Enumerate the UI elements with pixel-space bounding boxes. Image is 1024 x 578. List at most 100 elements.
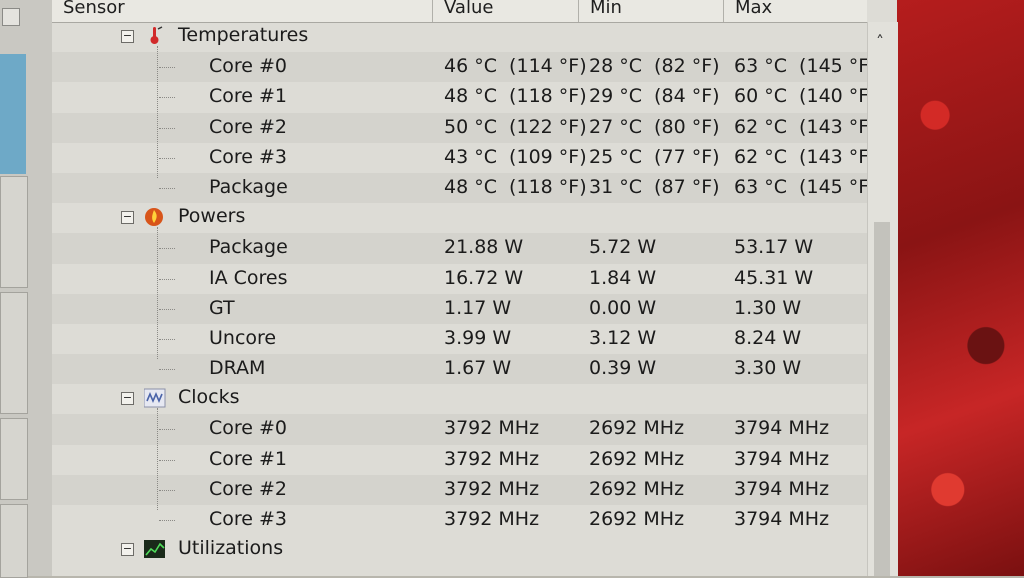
sensor-min: 29 °C (84 °F) xyxy=(589,85,720,108)
left-panel-block xyxy=(0,504,28,578)
collapse-toggle-icon[interactable]: − xyxy=(121,30,134,43)
sensor-row[interactable]: Core #1 48 °C (118 °F) 29 °C (84 °F) 60 °C … xyxy=(52,82,867,112)
sensor-max: 8.24 W xyxy=(734,326,802,349)
tree-branch xyxy=(159,369,175,371)
sensor-min: 27 °C (80 °F) xyxy=(589,115,720,138)
sensor-group-temperatures[interactable]: − Temperatures xyxy=(52,22,867,52)
sensor-value: 46 °C (114 °F) xyxy=(444,55,587,78)
left-side-panel xyxy=(0,0,54,578)
column-min[interactable]: Min xyxy=(590,0,622,18)
sensor-max: 3794 MHz xyxy=(734,477,830,500)
collapse-toggle-icon[interactable]: − xyxy=(121,543,134,557)
column-value[interactable]: Value xyxy=(444,0,493,18)
sensor-max: 63 °C (145 °F) xyxy=(734,55,867,78)
column-sensor[interactable]: Sensor xyxy=(63,0,125,18)
collapse-toggle-icon[interactable]: − xyxy=(121,392,134,406)
sensor-value: 43 °C (109 °F) xyxy=(444,145,587,168)
sensor-min: 0.00 W xyxy=(589,296,657,319)
tree-branch xyxy=(159,97,175,99)
sensor-min: 3.12 W xyxy=(589,326,657,349)
sensor-value: 48 °C (118 °F) xyxy=(444,85,587,108)
tree-branch xyxy=(159,187,175,189)
sensor-min: 2692 MHz xyxy=(589,508,685,530)
tree-branch xyxy=(159,459,175,461)
sensor-group-clocks[interactable]: − Clocks xyxy=(52,384,867,414)
collapse-toggle-icon[interactable]: − xyxy=(121,211,134,225)
sensor-max: 62 °C (143 °F) xyxy=(734,145,867,168)
column-separator[interactable] xyxy=(723,0,724,22)
sensor-row[interactable]: IA Cores 16.72 W 1.84 W 45.31 W xyxy=(52,264,867,294)
sensor-row[interactable]: Package 48 °C (118 °F) 31 °C (87 °F) 63 °C … xyxy=(52,172,867,204)
sensor-row[interactable]: Core #3 43 °C (109 °F) 25 °C (77 °F) 62 °C … xyxy=(52,143,867,173)
sensor-row[interactable]: DRAM 1.67 W 0.39 W 3.30 W xyxy=(52,354,867,385)
sensor-name: Core #1 xyxy=(209,85,288,108)
sensor-name: Package xyxy=(209,175,288,198)
scroll-up-arrow-icon[interactable]: ˄ xyxy=(876,32,884,51)
sensor-min: 25 °C (77 °F) xyxy=(589,145,720,168)
sensor-value: 48 °C (118 °F) xyxy=(444,175,587,198)
tree-branch xyxy=(159,127,175,129)
sensor-name: Package xyxy=(209,236,288,259)
tree-branch xyxy=(159,157,175,159)
column-separator[interactable] xyxy=(578,0,579,22)
tree-branch xyxy=(159,520,175,521)
sensor-row[interactable]: Uncore 3.99 W 3.12 W 8.24 W xyxy=(52,324,867,354)
thermometer-icon xyxy=(144,26,164,46)
sensor-row[interactable]: Core #2 50 °C (122 °F) 27 °C (80 °F) 62 °C … xyxy=(52,112,867,143)
sensor-row[interactable]: Package 21.88 W 5.72 W 53.17 W xyxy=(52,233,867,264)
scroll-thumb[interactable] xyxy=(874,222,890,576)
sensor-row[interactable]: Core #0 46 °C (114 °F) 28 °C (82 °F) 63 °C … xyxy=(52,52,867,83)
sensor-max: 3794 MHz xyxy=(734,508,830,530)
sensor-name: Core #3 xyxy=(209,145,288,168)
sensor-name: Core #0 xyxy=(209,55,288,78)
sensor-name: Core #1 xyxy=(209,447,288,470)
sensor-row[interactable]: Core #2 3792 MHz 2692 MHz 3794 MHz xyxy=(52,474,867,505)
left-panel-block xyxy=(0,418,28,500)
tree-branch xyxy=(159,308,175,310)
sensor-name: Core #3 xyxy=(209,508,288,530)
sensor-value: 3792 MHz xyxy=(444,417,540,440)
sensor-min: 0.39 W xyxy=(589,357,657,380)
clock-wave-icon xyxy=(143,388,166,408)
sensor-name: Uncore xyxy=(209,326,277,349)
column-separator[interactable] xyxy=(432,0,433,22)
sensor-row[interactable]: GT 1.17 W 0.00 W 1.30 W xyxy=(52,293,867,324)
sensor-max: 53.17 W xyxy=(734,236,814,259)
sensor-group-utilizations[interactable]: − Utilizations xyxy=(52,535,867,565)
sensor-name: DRAM xyxy=(209,357,266,380)
sensor-name: Core #2 xyxy=(209,115,288,138)
sensor-min: 1.84 W xyxy=(589,266,657,289)
column-header: Sensor Value Min Max xyxy=(52,0,867,23)
column-max[interactable]: Max xyxy=(735,0,772,18)
sensor-group-powers[interactable]: − Powers xyxy=(52,203,867,233)
sensor-name: Core #2 xyxy=(209,477,288,500)
sensor-max: 3794 MHz xyxy=(734,447,830,470)
sensor-window: Sensor Value Min Max − Temperatures Core #… xyxy=(52,0,898,576)
sensor-row[interactable]: Core #1 3792 MHz 2692 MHz 3794 MHz xyxy=(52,445,867,475)
tree-line xyxy=(157,408,158,511)
left-panel-block xyxy=(0,292,28,414)
tree-line xyxy=(157,227,158,360)
power-flame-icon xyxy=(144,207,164,227)
sensor-row[interactable]: Core #3 3792 MHz 2692 MHz 3794 MHz xyxy=(52,505,867,535)
left-panel-checkbox[interactable] xyxy=(2,8,20,26)
sensor-max: 3.30 W xyxy=(734,357,802,380)
group-label: Utilizations xyxy=(178,537,284,560)
vertical-scrollbar[interactable]: ˄ xyxy=(867,22,898,576)
tree-branch xyxy=(159,278,175,280)
group-label: Temperatures xyxy=(178,24,309,46)
sensor-row[interactable]: Core #0 3792 MHz 2692 MHz 3794 MHz xyxy=(52,414,867,445)
sensor-min: 2692 MHz xyxy=(589,417,685,440)
sensor-value: 3792 MHz xyxy=(444,477,540,500)
tree-branch xyxy=(159,67,175,69)
sensor-value: 1.67 W xyxy=(444,357,512,380)
background-desk xyxy=(897,0,1024,576)
sensor-value: 50 °C (122 °F) xyxy=(444,115,587,138)
sensor-max: 62 °C (143 °F) xyxy=(734,115,867,138)
sensor-value: 21.88 W xyxy=(444,236,524,259)
sensor-min: 5.72 W xyxy=(589,236,657,259)
sensor-tree: − Temperatures Core #0 46 °C (114 °F) 28 °C … xyxy=(52,22,867,576)
sensor-min: 2692 MHz xyxy=(589,477,685,500)
tree-line xyxy=(157,46,158,178)
sensor-value: 3792 MHz xyxy=(444,508,540,530)
